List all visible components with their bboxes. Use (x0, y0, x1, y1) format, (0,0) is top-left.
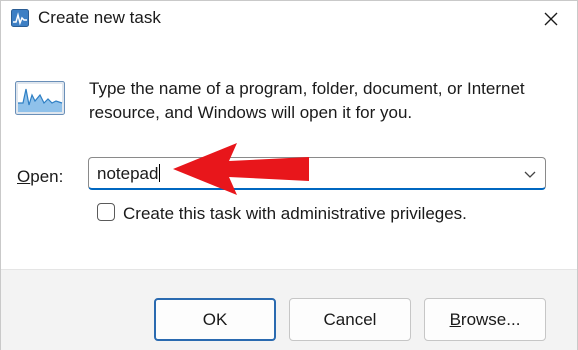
dropdown-button[interactable] (523, 167, 537, 181)
open-input[interactable]: notepad (97, 163, 161, 185)
window-title: Create new task (38, 8, 161, 27)
ok-button[interactable]: OK (154, 298, 276, 341)
chevron-down-icon (524, 171, 536, 178)
close-button[interactable] (533, 3, 569, 35)
admin-privileges-label[interactable]: Create this task with administrative pri… (123, 203, 467, 225)
create-new-task-dialog: Create new task Type the name of a progr… (0, 0, 578, 350)
close-icon (544, 12, 558, 26)
browse-button[interactable]: Browse... (424, 298, 546, 341)
title-bar: Create new task (1, 1, 577, 37)
activity-monitor-icon (15, 81, 65, 115)
open-label-accesskey: O (17, 167, 31, 186)
red-arrow-annotation (173, 143, 309, 195)
text-caret (159, 164, 161, 182)
open-combobox[interactable]: notepad (88, 157, 546, 190)
admin-privileges-checkbox[interactable] (97, 203, 115, 221)
browse-accesskey: B (449, 309, 461, 329)
open-label-rest: pen: (30, 167, 64, 186)
open-label: Open: (17, 166, 63, 188)
description-text: Type the name of a program, folder, docu… (89, 79, 525, 122)
browse-label-rest: rowse... (460, 309, 521, 329)
open-input-value: notepad (97, 164, 159, 183)
task-manager-icon (11, 9, 29, 27)
cancel-button[interactable]: Cancel (289, 298, 411, 341)
